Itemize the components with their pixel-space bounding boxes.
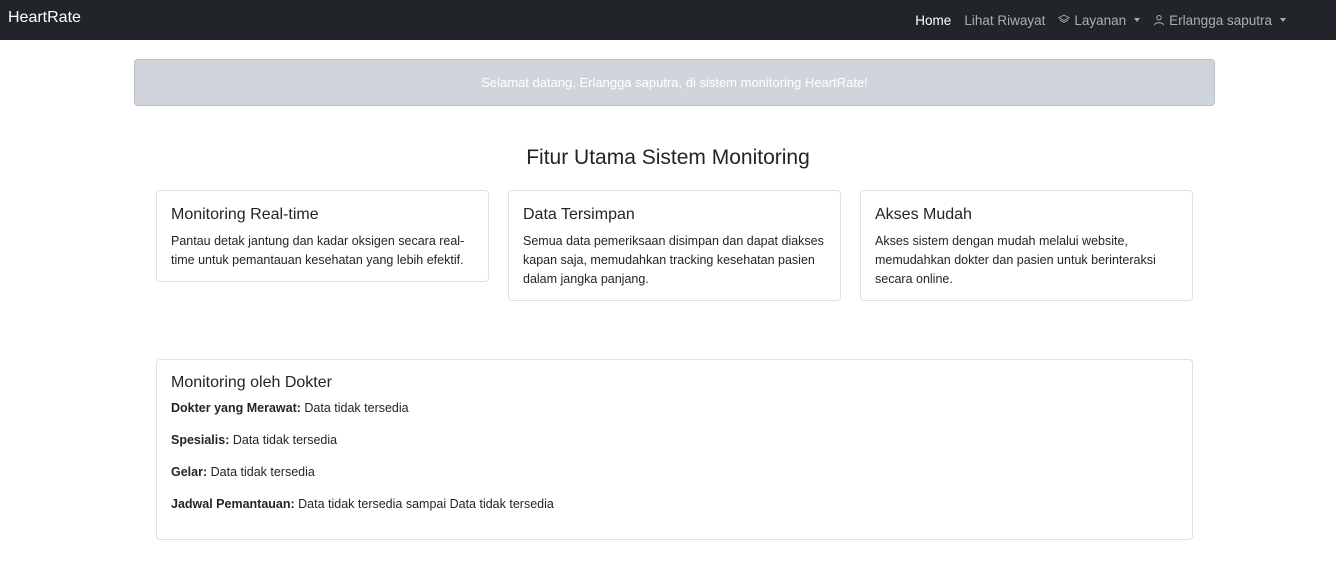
feature-card-monitoring: Monitoring Real-time Pantau detak jantun…: [156, 190, 489, 282]
feature-card-title: Akses Mudah: [875, 206, 972, 223]
doctor-monitoring-card: Monitoring oleh Dokter Dokter yang Meraw…: [156, 359, 1193, 540]
nav-link-home-label: Home: [915, 12, 952, 28]
feature-card-text: Semua data pemeriksaan disimpan dan dapa…: [523, 234, 824, 286]
doctor-card-title: Monitoring oleh Dokter: [171, 374, 332, 391]
nav-dropdown-layanan[interactable]: Layanan: [1058, 12, 1141, 28]
nav-link-home[interactable]: Home: [915, 13, 951, 28]
feature-card-title: Monitoring Real-time: [171, 206, 319, 223]
field-value: Data tidak tersedia sampai Data tidak te…: [298, 497, 554, 511]
nav-dropdown-user-label: Erlangga saputra: [1169, 12, 1272, 28]
user-icon: [1154, 15, 1165, 26]
feature-card-text: Akses sistem dengan mudah melalui websit…: [875, 234, 1156, 286]
welcome-alert-message: Selamat datang, Erlangga saputra, di sis…: [481, 75, 868, 90]
field-value: Data tidak tersedia: [210, 465, 315, 479]
features-section-title: Fitur Utama Sistem Monitoring: [526, 146, 810, 169]
doctor-field-specialist: Spesialis: Data tidak tersedia: [171, 431, 1178, 449]
chevron-down-icon: [1280, 18, 1286, 22]
doctor-field-degree: Gelar: Data tidak tersedia: [171, 463, 1178, 481]
welcome-alert: Selamat datang, Erlangga saputra, di sis…: [134, 59, 1215, 106]
field-label: Jadwal Pemantauan:: [171, 497, 295, 511]
layers-icon: [1058, 14, 1071, 23]
feature-card-data: Data Tersimpan Semua data pemeriksaan di…: [508, 190, 841, 301]
field-value: Data tidak tersedia: [304, 401, 409, 415]
nav-dropdown-layanan-label: Layanan: [1074, 12, 1127, 28]
nav-dropdown-user[interactable]: Erlangga saputra: [1153, 13, 1286, 28]
brand-logo-link[interactable]: HeartRate: [8, 8, 81, 28]
feature-card-access: Akses Mudah Akses sistem dengan mudah me…: [860, 190, 1193, 301]
field-label: Gelar:: [171, 465, 208, 479]
field-label: Dokter yang Merawat:: [171, 401, 301, 415]
doctor-field-name: Dokter yang Merawat: Data tidak tersedia: [171, 399, 1178, 417]
nav-link-lihat-riwayat[interactable]: Lihat Riwayat: [964, 13, 1045, 28]
feature-card-title: Data Tersimpan: [523, 206, 635, 223]
doctor-field-schedule: Jadwal Pemantauan: Data tidak tersedia s…: [171, 495, 1178, 513]
top-navbar: HeartRate Home Lihat Riwayat Layanan Erl…: [0, 0, 1336, 40]
nav-link-riwayat-label: Lihat Riwayat: [964, 12, 1046, 28]
feature-card-text: Pantau detak jantung dan kadar oksigen s…: [171, 234, 465, 267]
chevron-down-icon: [1134, 18, 1141, 22]
field-label: Spesialis:: [171, 433, 230, 447]
field-value: Data tidak tersedia: [232, 433, 338, 447]
nav-links: Home Lihat Riwayat Layanan Erlangga sapu…: [915, 0, 1286, 40]
